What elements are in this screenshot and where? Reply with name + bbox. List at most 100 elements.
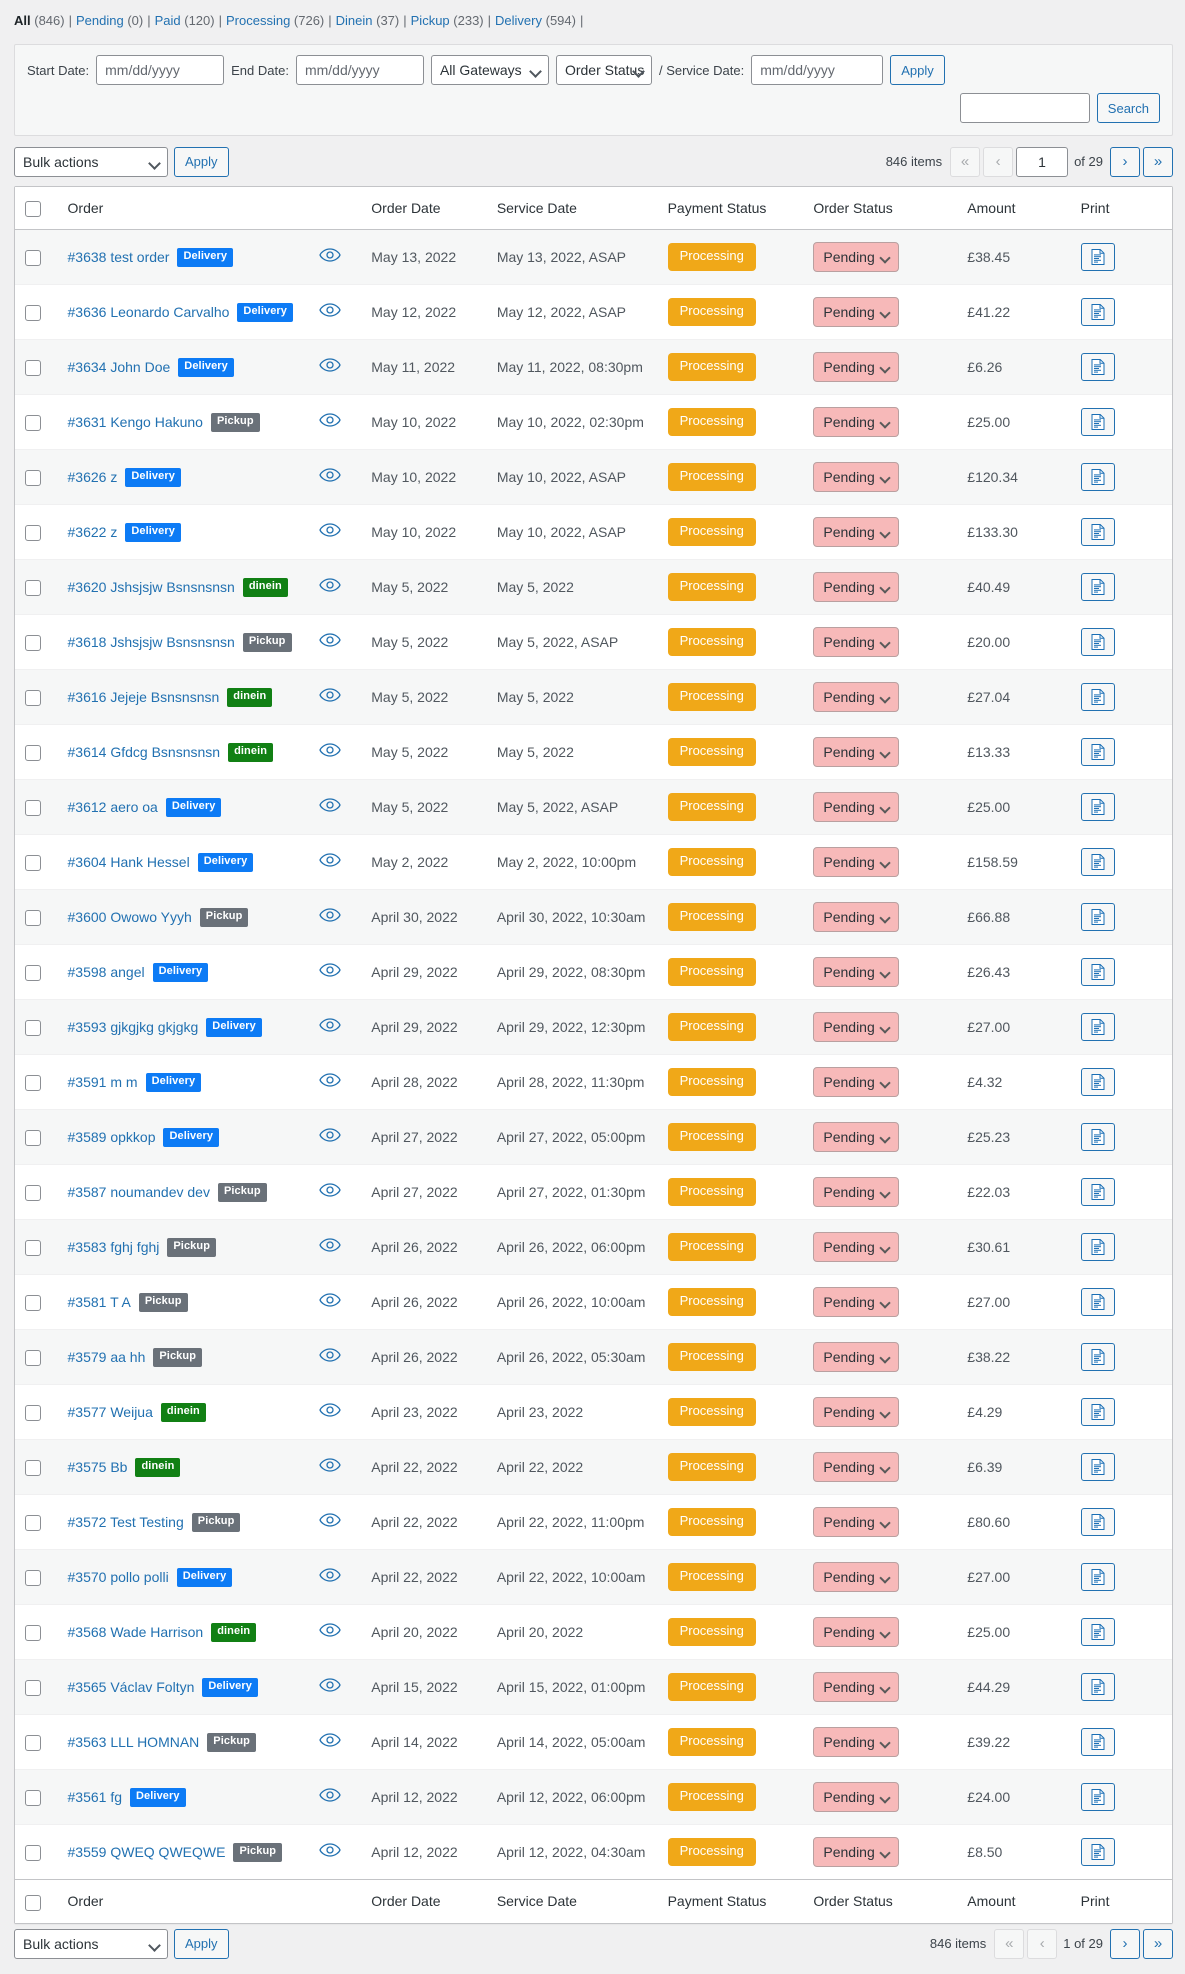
order-status-dropdown[interactable]: Pending <box>813 1232 900 1263</box>
print-document-icon[interactable] <box>1080 463 1115 492</box>
eye-icon[interactable] <box>318 907 341 922</box>
order-status-dropdown[interactable]: Pending <box>813 1837 900 1868</box>
order-link[interactable]: #3575 Bb <box>68 1458 128 1478</box>
row-checkbox[interactable] <box>25 1074 41 1091</box>
print-document-icon[interactable] <box>1080 1233 1115 1262</box>
status-link-delivery[interactable]: Delivery <box>495 13 542 28</box>
print-document-icon[interactable] <box>1080 848 1115 877</box>
eye-icon[interactable] <box>318 852 341 867</box>
eye-icon[interactable] <box>318 687 341 702</box>
print-document-icon[interactable] <box>1080 1508 1115 1537</box>
print-document-icon[interactable] <box>1080 738 1115 767</box>
print-document-icon[interactable] <box>1080 1783 1115 1812</box>
print-document-icon[interactable] <box>1080 903 1115 932</box>
order-status-dropdown[interactable]: Pending <box>813 242 900 273</box>
row-checkbox[interactable] <box>25 1734 41 1751</box>
eye-icon[interactable] <box>318 1677 341 1692</box>
order-link[interactable]: #3581 T A <box>68 1293 131 1313</box>
status-link-pickup[interactable]: Pickup <box>411 13 450 28</box>
order-link[interactable]: #3626 z <box>68 468 118 488</box>
eye-icon[interactable] <box>318 1017 341 1032</box>
search-button[interactable]: Search <box>1096 93 1160 123</box>
eye-icon[interactable] <box>318 357 341 372</box>
order-status-dropdown[interactable]: Pending <box>813 737 900 768</box>
order-link[interactable]: #3587 noumandev dev <box>68 1183 210 1203</box>
row-checkbox[interactable] <box>25 964 41 981</box>
select-all-checkbox-top[interactable] <box>25 201 41 218</box>
prev-page-button-bottom[interactable]: ‹ <box>1027 1928 1058 1959</box>
row-checkbox[interactable] <box>25 1349 41 1366</box>
last-page-button-bottom[interactable]: » <box>1143 1928 1173 1959</box>
order-link[interactable]: #3598 angel <box>68 963 145 983</box>
order-status-dropdown[interactable]: Pending <box>813 1397 900 1428</box>
status-link-dinein[interactable]: Dinein <box>336 13 373 28</box>
eye-icon[interactable] <box>318 247 341 262</box>
order-link[interactable]: #3620 Jshsjsjw Bsnsnsnsn <box>68 578 235 598</box>
status-link-paid[interactable]: Paid <box>155 13 181 28</box>
order-link[interactable]: #3589 opkkop <box>68 1128 156 1148</box>
order-link[interactable]: #3568 Wade Harrison <box>68 1623 204 1643</box>
row-checkbox[interactable] <box>25 634 41 651</box>
row-checkbox[interactable] <box>25 359 41 376</box>
print-document-icon[interactable] <box>1080 683 1115 712</box>
next-page-button-bottom[interactable]: › <box>1110 1928 1140 1959</box>
order-status-dropdown[interactable]: Pending <box>813 352 900 383</box>
eye-icon[interactable] <box>318 1292 341 1307</box>
print-document-icon[interactable] <box>1080 353 1115 382</box>
order-link[interactable]: #3572 Test Testing <box>68 1513 184 1533</box>
row-checkbox[interactable] <box>25 1129 41 1146</box>
order-link[interactable]: #3579 aa hh <box>68 1348 146 1368</box>
row-checkbox[interactable] <box>25 469 41 486</box>
eye-icon[interactable] <box>318 1787 341 1802</box>
row-checkbox[interactable] <box>25 1184 41 1201</box>
row-checkbox[interactable] <box>25 1404 41 1421</box>
print-document-icon[interactable] <box>1080 243 1115 272</box>
order-status-select[interactable]: Order Status <box>555 55 652 85</box>
search-input[interactable] <box>959 93 1090 123</box>
order-status-dropdown[interactable]: Pending <box>813 407 900 438</box>
order-link[interactable]: #3577 Weijua <box>68 1403 153 1423</box>
order-status-dropdown[interactable]: Pending <box>813 1617 900 1648</box>
current-page-input-top[interactable] <box>1016 146 1069 177</box>
print-document-icon[interactable] <box>1080 1618 1115 1647</box>
order-status-dropdown[interactable]: Pending <box>813 297 900 328</box>
order-link[interactable]: #3591 m m <box>68 1073 138 1093</box>
row-checkbox[interactable] <box>25 249 41 266</box>
order-link[interactable]: #3631 Kengo Hakuno <box>68 413 203 433</box>
print-document-icon[interactable] <box>1080 793 1115 822</box>
order-link[interactable]: #3593 gjkgjkg gkjgkg <box>68 1018 199 1038</box>
bulk-actions-select-top[interactable]: Bulk actions <box>14 146 168 177</box>
order-status-dropdown[interactable]: Pending <box>813 627 900 658</box>
order-status-dropdown[interactable]: Pending <box>813 1342 900 1373</box>
eye-icon[interactable] <box>318 1567 341 1582</box>
order-status-dropdown[interactable]: Pending <box>813 572 900 603</box>
order-link[interactable]: #3563 LLL HOMNAN <box>68 1733 200 1753</box>
order-link[interactable]: #3614 Gfdcg Bsnsnsnsn <box>68 743 221 763</box>
order-link[interactable]: #3565 Václav Foltyn <box>68 1678 195 1698</box>
order-link[interactable]: #3604 Hank Hessel <box>68 853 190 873</box>
print-document-icon[interactable] <box>1080 958 1115 987</box>
row-checkbox[interactable] <box>25 1294 41 1311</box>
order-link[interactable]: #3612 aero oa <box>68 798 158 818</box>
print-document-icon[interactable] <box>1080 1178 1115 1207</box>
footer-column-order[interactable]: Order <box>57 1879 309 1923</box>
order-link[interactable]: #3636 Leonardo Carvalho <box>68 303 230 323</box>
eye-icon[interactable] <box>318 1732 341 1747</box>
row-checkbox[interactable] <box>25 1789 41 1806</box>
status-link-pending[interactable]: Pending <box>76 13 124 28</box>
gateway-select[interactable]: All Gateways <box>430 55 549 85</box>
print-document-icon[interactable] <box>1080 1563 1115 1592</box>
print-document-icon[interactable] <box>1080 1673 1115 1702</box>
print-document-icon[interactable] <box>1080 518 1115 547</box>
row-checkbox[interactable] <box>25 909 41 926</box>
order-status-dropdown[interactable]: Pending <box>813 1067 900 1098</box>
order-status-dropdown[interactable]: Pending <box>813 1122 900 1153</box>
row-checkbox[interactable] <box>25 524 41 541</box>
filter-apply-button[interactable]: Apply <box>890 55 945 85</box>
row-checkbox[interactable] <box>25 744 41 761</box>
order-status-dropdown[interactable]: Pending <box>813 1562 900 1593</box>
row-checkbox[interactable] <box>25 1679 41 1696</box>
eye-icon[interactable] <box>318 302 341 317</box>
order-status-dropdown[interactable]: Pending <box>813 1452 900 1483</box>
order-status-dropdown[interactable]: Pending <box>813 1507 900 1538</box>
